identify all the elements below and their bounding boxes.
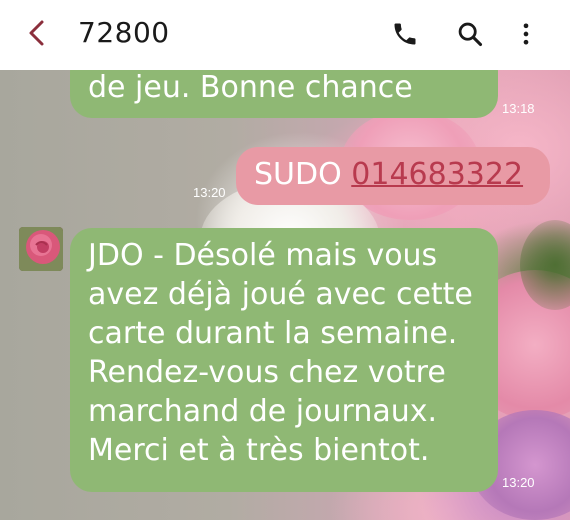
message-line: marchand de journaux.: [88, 394, 438, 429]
incoming-message-bubble[interactable]: de jeu. Bonne chance: [70, 70, 498, 118]
search-icon: [458, 22, 483, 47]
conversation-title: 72800: [78, 16, 170, 49]
bottom-edge: [0, 520, 570, 526]
outgoing-message-bubble[interactable]: SUDO 014683322: [236, 147, 550, 205]
contact-avatar[interactable]: [19, 227, 63, 271]
message-text: SUDO: [254, 157, 352, 192]
more-vert-icon: [523, 23, 529, 45]
phone-number-link[interactable]: 014683322: [351, 157, 523, 192]
chevron-left-icon: [29, 20, 44, 46]
message-line: Rendez-vous chez votre: [88, 355, 446, 390]
message-text: de jeu. Bonne chance: [88, 70, 413, 105]
message-timestamp: 13:18: [502, 101, 535, 116]
message-timestamp: 13:20: [502, 475, 535, 490]
message-line: carte durant la semaine.: [88, 316, 458, 351]
conversation-area[interactable]: de jeu. Bonne chance 13:18 SUDO 01468332…: [0, 70, 570, 520]
message-line: Merci et à très bientot.: [88, 433, 430, 468]
message-line: JDO - Désolé mais vous: [88, 238, 438, 273]
incoming-message-bubble[interactable]: JDO - Désolé mais vous avez déjà joué av…: [70, 228, 498, 492]
message-line: avez déjà joué avec cette: [88, 277, 473, 312]
message-timestamp: 13:20: [193, 185, 226, 200]
call-button[interactable]: [389, 18, 421, 50]
more-options-button[interactable]: [510, 18, 542, 50]
rose-avatar-image: [19, 227, 63, 271]
phone-icon: [394, 23, 416, 45]
search-button[interactable]: [454, 18, 486, 50]
app-bar: 72800: [0, 0, 570, 70]
back-button[interactable]: [22, 18, 52, 48]
